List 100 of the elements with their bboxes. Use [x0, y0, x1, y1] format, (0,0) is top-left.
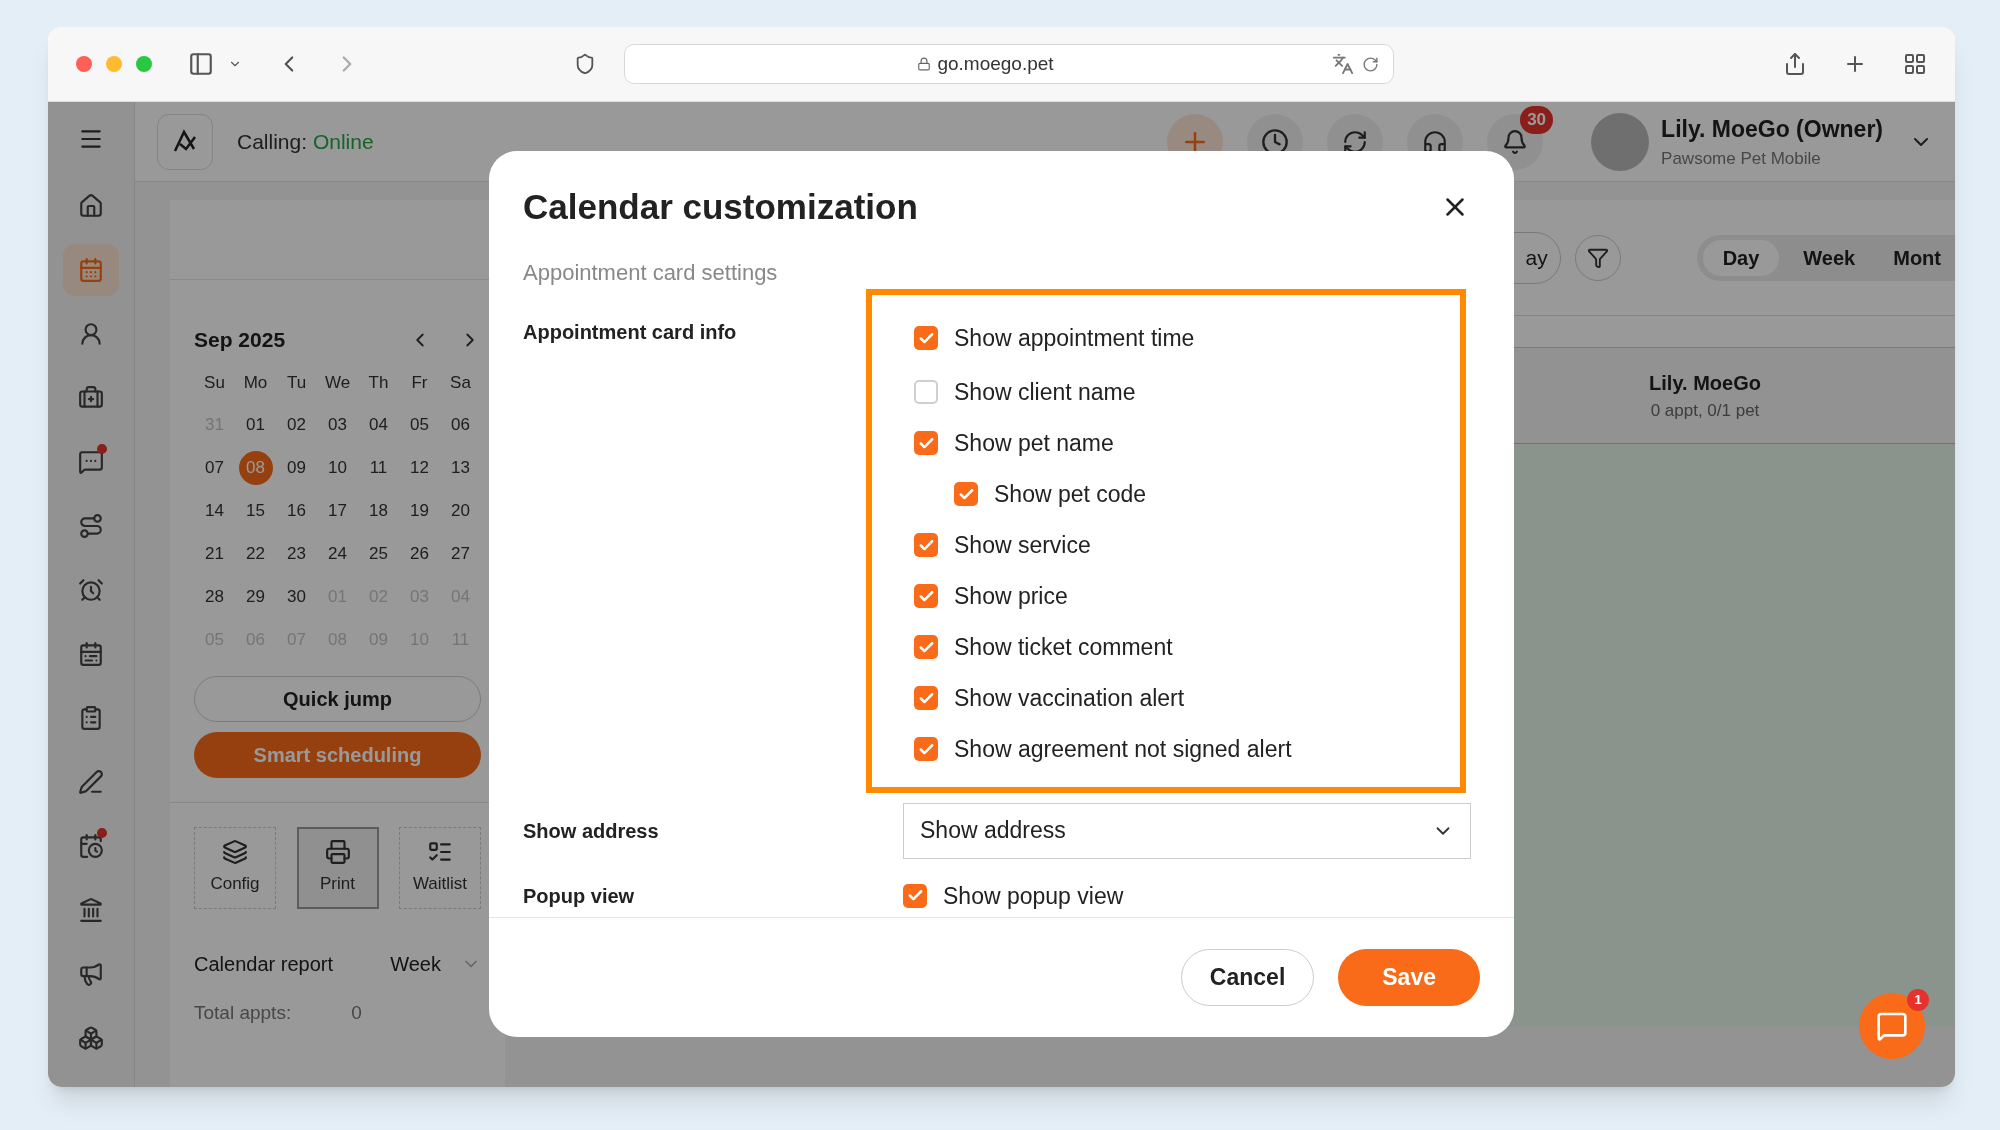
calendar-day[interactable]: 21 [205, 541, 224, 567]
checkbox[interactable] [903, 883, 927, 908]
nav-icon [78, 641, 104, 667]
view-tab[interactable]: Day [1702, 239, 1780, 276]
checkbox-option[interactable]: Show pet name [914, 417, 1460, 469]
checkbox-option[interactable]: Show vaccination alert [914, 672, 1460, 724]
calling-status: Calling: Online [237, 128, 374, 155]
checkbox-option[interactable]: Show pet code [954, 468, 1460, 520]
weekday-label: Tu [285, 371, 308, 394]
checkbox-option[interactable]: Show agreement not signed alert [914, 723, 1460, 775]
calendar-day[interactable]: 24 [328, 541, 347, 567]
checkbox-option[interactable]: Show popup view [903, 878, 1124, 913]
checkbox[interactable] [914, 380, 938, 404]
calendar-day[interactable]: 26 [410, 541, 429, 567]
calendar-day[interactable]: 19 [410, 498, 429, 524]
tool-button[interactable]: Waitlist [399, 826, 481, 909]
nav-icon [78, 449, 104, 475]
checkbox[interactable] [954, 482, 978, 506]
nav-icon [78, 385, 104, 411]
checkbox[interactable] [914, 326, 938, 350]
nav-icon [78, 193, 104, 219]
calendar-day[interactable]: 05 [410, 412, 429, 438]
checkbox-option[interactable]: Show ticket comment [914, 621, 1460, 673]
calendar-day[interactable]: 06 [451, 412, 470, 438]
staff-name: Lily. MoeGo [1648, 370, 1762, 396]
calendar-day[interactable]: 11 [369, 455, 388, 481]
lock-icon [917, 57, 932, 71]
checkbox[interactable] [914, 431, 938, 455]
field-label: Show address [523, 818, 660, 844]
shield-icon[interactable] [574, 53, 596, 75]
sidebar-icon[interactable] [188, 51, 214, 77]
calendar-day[interactable]: 02 [287, 412, 306, 438]
nav-icon [78, 897, 104, 923]
calendar-day[interactable]: 01 [246, 412, 265, 438]
calendar-day[interactable]: 12 [410, 455, 429, 481]
checkbox[interactable] [914, 584, 938, 608]
report-period-select[interactable]: Week [390, 948, 481, 979]
checkbox[interactable] [914, 533, 938, 557]
staff-summary: 0 appt, 0/1 pet [1649, 399, 1761, 422]
calendar-day[interactable]: 17 [328, 498, 347, 524]
nav-icon [78, 257, 104, 283]
user-name: Lily. MoeGo (Owner) [1661, 114, 1883, 144]
translate-icon[interactable] [1332, 53, 1354, 75]
field-label: Appointment card info [523, 319, 738, 345]
checkbox-option[interactable]: Show service [914, 519, 1460, 571]
calendar-day[interactable]: 04 [369, 412, 388, 438]
calendar-day[interactable]: 13 [451, 455, 470, 481]
checkbox[interactable] [914, 737, 938, 761]
checkbox-option[interactable]: Show appointment time [914, 309, 1460, 367]
view-tab[interactable]: Mont [1879, 239, 1955, 276]
notification-count: 30 [1520, 105, 1554, 134]
nav-icon [78, 577, 104, 603]
chat-icon [1876, 1010, 1908, 1042]
total-value: 0 [351, 1000, 362, 1025]
calendar-day[interactable]: 10 [328, 455, 347, 481]
calendar-day[interactable]: 09 [287, 455, 306, 481]
address-bar[interactable]: go.moego.pet [624, 44, 1394, 84]
checkbox-option[interactable]: Show price [914, 570, 1460, 622]
nav-icon [78, 1025, 104, 1051]
calendar-day[interactable]: 23 [287, 541, 306, 567]
calendar-day[interactable]: 22 [246, 541, 265, 567]
nav-icon [78, 961, 104, 987]
calendar-day[interactable]: 16 [287, 498, 306, 524]
calendar-day[interactable]: 18 [369, 498, 388, 524]
tool-icon [324, 838, 351, 865]
calendar-day[interactable]: 15 [246, 498, 265, 524]
tab-overview-icon[interactable] [1903, 52, 1927, 76]
calendar-day[interactable]: 28 [205, 584, 224, 610]
weekday-label: Su [203, 371, 226, 394]
calendar-day[interactable]: 25 [369, 541, 388, 567]
calendar-day[interactable]: 20 [451, 498, 470, 524]
business-name: Pawsome Pet Mobile [1661, 148, 1822, 170]
tool-button[interactable]: Config [194, 826, 276, 909]
weekday-label: Th [367, 371, 390, 394]
total-label: Total appts: [194, 1000, 292, 1025]
checkbox[interactable] [914, 686, 938, 710]
dialog-title: Calendar customization [523, 186, 919, 228]
section-title: Appointment card settings [523, 258, 779, 287]
calendar-day[interactable]: 14 [205, 498, 224, 524]
checkbox-option[interactable]: Show client name [914, 366, 1460, 418]
tool-button[interactable]: Print [296, 826, 379, 909]
tool-icon [222, 838, 248, 865]
bell-icon [1502, 128, 1529, 155]
logo-icon[interactable] [157, 113, 213, 170]
weekday-label: Sa [449, 371, 472, 394]
weekday-label: We [323, 371, 352, 394]
weekday-label: Mo [242, 371, 269, 394]
calendar-day[interactable]: 07 [205, 455, 224, 481]
nav-icon [78, 705, 104, 731]
calendar-day[interactable]: 03 [328, 412, 347, 438]
nav-icon [78, 769, 104, 795]
calendar-day[interactable]: 30 [287, 584, 306, 610]
reload-icon[interactable] [1362, 55, 1379, 73]
calendar-day[interactable]: 27 [451, 541, 470, 567]
nav-icon [78, 513, 104, 539]
checkbox[interactable] [914, 635, 938, 659]
view-tab[interactable]: Week [1789, 239, 1870, 276]
calendar-day[interactable]: 29 [246, 584, 265, 610]
address-select[interactable]: Show address [903, 802, 1471, 859]
share-icon[interactable] [1783, 52, 1807, 76]
